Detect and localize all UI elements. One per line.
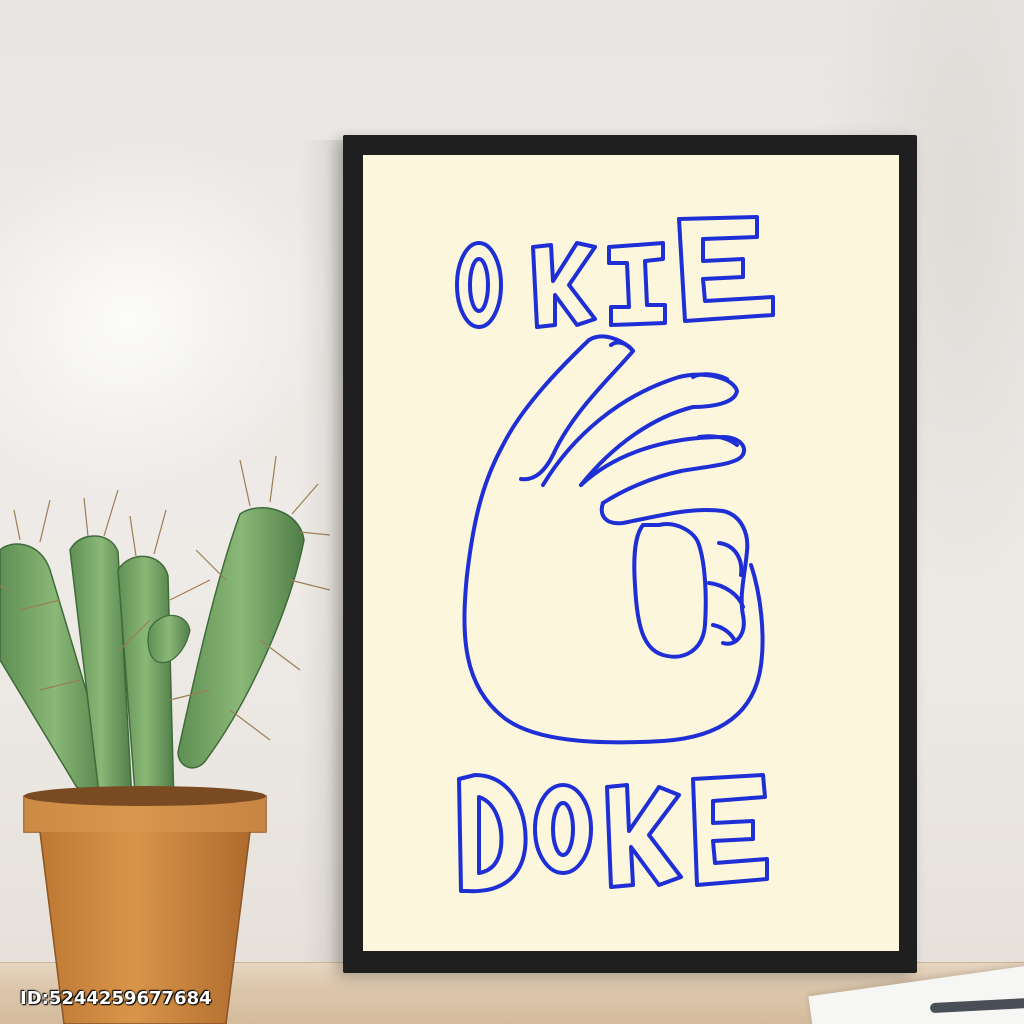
letter-e-top	[677, 215, 775, 323]
letter-d-bottom	[457, 773, 528, 894]
poster-paper	[363, 155, 899, 951]
cactus-icon	[0, 455, 341, 1024]
letter-o-top	[455, 241, 503, 329]
potted-cactus	[0, 440, 341, 1024]
letter-i-top	[607, 241, 667, 327]
ok-hand-drawing	[462, 334, 765, 745]
scene: ID:5244259677684	[0, 0, 1024, 1024]
letter-o-bottom	[533, 783, 593, 875]
watermark-id: ID:5244259677684	[20, 988, 212, 1009]
letter-k-bottom	[605, 783, 683, 889]
letter-k-top	[531, 241, 597, 329]
letter-e-bottom	[691, 773, 769, 887]
poster-word-okie	[455, 215, 775, 329]
picture-frame	[343, 135, 917, 973]
poster-word-doke	[457, 773, 769, 894]
poster-art	[455, 215, 775, 894]
